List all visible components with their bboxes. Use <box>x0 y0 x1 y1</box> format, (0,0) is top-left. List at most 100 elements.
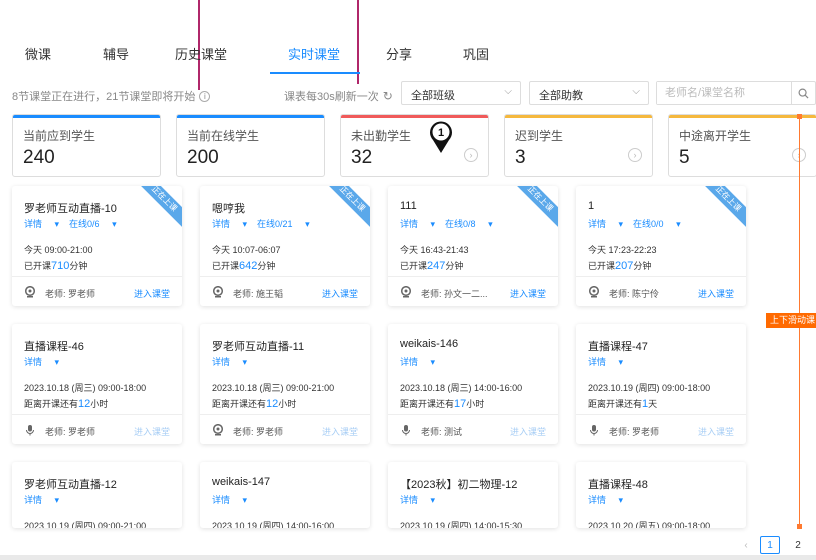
class-countdown: 距离开课还有17小时 <box>400 398 485 410</box>
prev-page-button[interactable]: ‹ <box>740 540 752 551</box>
enter-class-button[interactable]: 进入课堂 <box>322 425 358 438</box>
detail-link[interactable]: 详情 ▾ <box>212 495 247 505</box>
tab-consolidate[interactable]: 巩固 <box>452 44 500 74</box>
assistant-select[interactable]: 全部助教 ⌵ <box>529 81 649 105</box>
enter-class-button[interactable]: 进入课堂 <box>134 287 170 300</box>
class-title: 直播课程-46 <box>24 341 84 353</box>
class-links: 详情 ▾ <box>24 355 69 368</box>
class-duration: 已开课207分钟 <box>588 260 652 272</box>
search-input[interactable] <box>657 82 787 104</box>
class-card[interactable]: 直播课程-47 详情 ▾ 2023.10.19 (周四) 09:00-18:00… <box>576 324 746 444</box>
assistant-select-value: 全部助教 <box>539 90 583 102</box>
live-ribbon: 正在上课 <box>506 186 558 233</box>
class-card[interactable]: 正在上课 111 详情 ▾ 在线0/8 ▾ 今天 16:43-21:43 已开课2… <box>388 186 558 306</box>
class-title: weikais-146 <box>400 338 459 350</box>
stat-label: 中途离开学生 <box>679 129 752 143</box>
detail-link[interactable]: 详情 ▾ <box>212 219 247 229</box>
detail-link[interactable]: 详情 ▾ <box>400 357 435 367</box>
tab-tutoring[interactable]: 辅导 <box>92 44 140 74</box>
stat-card-left-early-students[interactable]: 中途离开学生 5 › <box>668 114 816 177</box>
chevron-down-icon: ⌵ <box>504 86 512 97</box>
detail-link[interactable]: 详情 ▾ <box>400 219 435 229</box>
enter-class-button[interactable]: 进入课堂 <box>322 287 358 300</box>
class-card[interactable]: weikais-147 详情 ▾ 2023.10.19 (周四) 14:00-1… <box>200 462 370 528</box>
class-time: 2023.10.18 (周三) 09:00-18:00 <box>24 383 147 393</box>
detail-link[interactable]: 详情 ▾ <box>400 495 435 505</box>
tab-share[interactable]: 分享 <box>375 44 423 74</box>
class-title: 罗老师互动直播-12 <box>24 479 117 491</box>
stat-accent-bar <box>177 115 324 118</box>
detail-link[interactable]: 详情 ▾ <box>24 495 59 505</box>
teacher-name: 老师: 罗老师 <box>233 427 284 437</box>
info-icon[interactable]: i <box>199 90 211 102</box>
stat-card-expected-students[interactable]: 当前应到学生 240 <box>12 114 161 177</box>
class-card[interactable]: 罗老师互动直播-12 详情 ▾ 2023.10.19 (周四) 09:00-21… <box>12 462 182 528</box>
class-card[interactable]: 罗老师互动直播-11 详情 ▾ 2023.10.18 (周三) 09:00-21… <box>200 324 370 444</box>
class-countdown: 距离开课还有1天 <box>588 398 658 410</box>
detail-link[interactable]: 详情 ▾ <box>588 357 623 367</box>
chevron-right-icon[interactable]: › <box>628 148 642 162</box>
tab-micro-lesson[interactable]: 微课 <box>14 44 62 74</box>
card-divider <box>576 414 746 415</box>
teacher-name: 老师: 测试 <box>421 427 463 437</box>
detail-link[interactable]: 详情 ▾ <box>24 219 59 229</box>
search-box <box>656 81 816 105</box>
class-links: 详情 ▾ <box>212 355 257 368</box>
stat-accent-bar <box>669 115 816 118</box>
page-button-2[interactable]: 2 <box>788 536 808 554</box>
class-status-text: 8节课堂正在进行，21节课堂即将开始 <box>12 91 196 103</box>
online-count-link[interactable]: 在线0/8 ▾ <box>445 219 493 229</box>
card-divider <box>576 276 746 277</box>
class-title: 嗯哼我 <box>212 203 245 215</box>
detail-link[interactable]: 详情 ▾ <box>588 219 623 229</box>
class-countdown: 距离开课还有12小时 <box>24 398 109 410</box>
class-links: 详情 ▾ <box>400 493 445 506</box>
class-links: 详情 ▾ 在线0/6 ▾ <box>24 217 127 230</box>
stat-card-online-students[interactable]: 当前在线学生 200 <box>176 114 325 177</box>
teacher-name: 老师: 罗老师 <box>45 427 96 437</box>
chevron-right-icon[interactable]: › <box>464 148 478 162</box>
class-title: 直播课程-47 <box>588 341 648 353</box>
tab-live-class[interactable]: 实时课堂 <box>274 44 354 74</box>
enter-class-button[interactable]: 进入课堂 <box>510 287 546 300</box>
class-select[interactable]: 全部班级 ⌵ <box>401 81 521 105</box>
online-count-link[interactable]: 在线0/6 ▾ <box>69 219 117 229</box>
teacher-name: 老师: 罗老师 <box>609 427 660 437</box>
detail-link[interactable]: 详情 ▾ <box>24 357 59 367</box>
bottom-scrollbar[interactable] <box>0 555 816 560</box>
class-time: 2023.10.18 (周三) 14:00-16:00 <box>400 383 523 393</box>
online-count-link[interactable]: 在线0/0 ▾ <box>633 219 681 229</box>
class-time: 今天 10:07-06:07 <box>212 245 281 255</box>
class-card[interactable]: 正在上课 1 详情 ▾ 在线0/0 ▾ 今天 17:23-22:23 已开课207… <box>576 186 746 306</box>
stat-label: 未出勤学生 <box>351 129 412 143</box>
stat-card-late-students[interactable]: 迟到学生 3 › <box>504 114 653 177</box>
stat-accent-bar <box>13 115 160 118</box>
class-card[interactable]: 【2023秋】初二物理-12 详情 ▾ 2023.10.19 (周四) 14:0… <box>388 462 558 528</box>
class-card[interactable]: weikais-146 详情 ▾ 2023.10.18 (周三) 14:00-1… <box>388 324 558 444</box>
enter-class-button[interactable]: 进入课堂 <box>510 425 546 438</box>
class-card[interactable]: 正在上课 嗯哼我 详情 ▾ 在线0/21 ▾ 今天 10:07-06:07 已开课… <box>200 186 370 306</box>
class-card[interactable]: 正在上课 罗老师互动直播-10 详情 ▾ 在线0/6 ▾ 今天 09:00-21:… <box>12 186 182 306</box>
search-button[interactable] <box>791 82 815 104</box>
detail-link[interactable]: 详情 ▾ <box>212 357 247 367</box>
stat-value: 240 <box>23 147 55 168</box>
stat-accent-bar <box>505 115 652 118</box>
online-count-link[interactable]: 在线0/21 ▾ <box>257 219 310 229</box>
class-time: 2023.10.19 (周四) 14:00-16:00 <box>212 521 335 528</box>
enter-class-button[interactable]: 进入课堂 <box>698 287 734 300</box>
tab-history-class[interactable]: 历史课堂 <box>166 44 236 74</box>
card-divider <box>200 414 370 415</box>
class-card[interactable]: 直播课程-46 详情 ▾ 2023.10.18 (周三) 09:00-18:00… <box>12 324 182 444</box>
class-card[interactable]: 直播课程-48 详情 ▾ 2023.10.20 (周五) 09:00-18:00 <box>576 462 746 528</box>
enter-class-button[interactable]: 进入课堂 <box>698 425 734 438</box>
class-title: 1 <box>588 200 595 212</box>
refresh-icon[interactable]: ↻ <box>383 89 393 103</box>
page-button-1[interactable]: 1 <box>760 536 780 554</box>
class-time: 今天 16:43-21:43 <box>400 245 469 255</box>
class-title: 直播课程-48 <box>588 479 648 491</box>
enter-class-button[interactable]: 进入课堂 <box>134 425 170 438</box>
webcam-icon <box>212 424 224 436</box>
stat-card-absent-students[interactable]: 未出勤学生 32 › <box>340 114 489 177</box>
class-duration: 已开课642分钟 <box>212 260 276 272</box>
detail-link[interactable]: 详情 ▾ <box>588 495 623 505</box>
